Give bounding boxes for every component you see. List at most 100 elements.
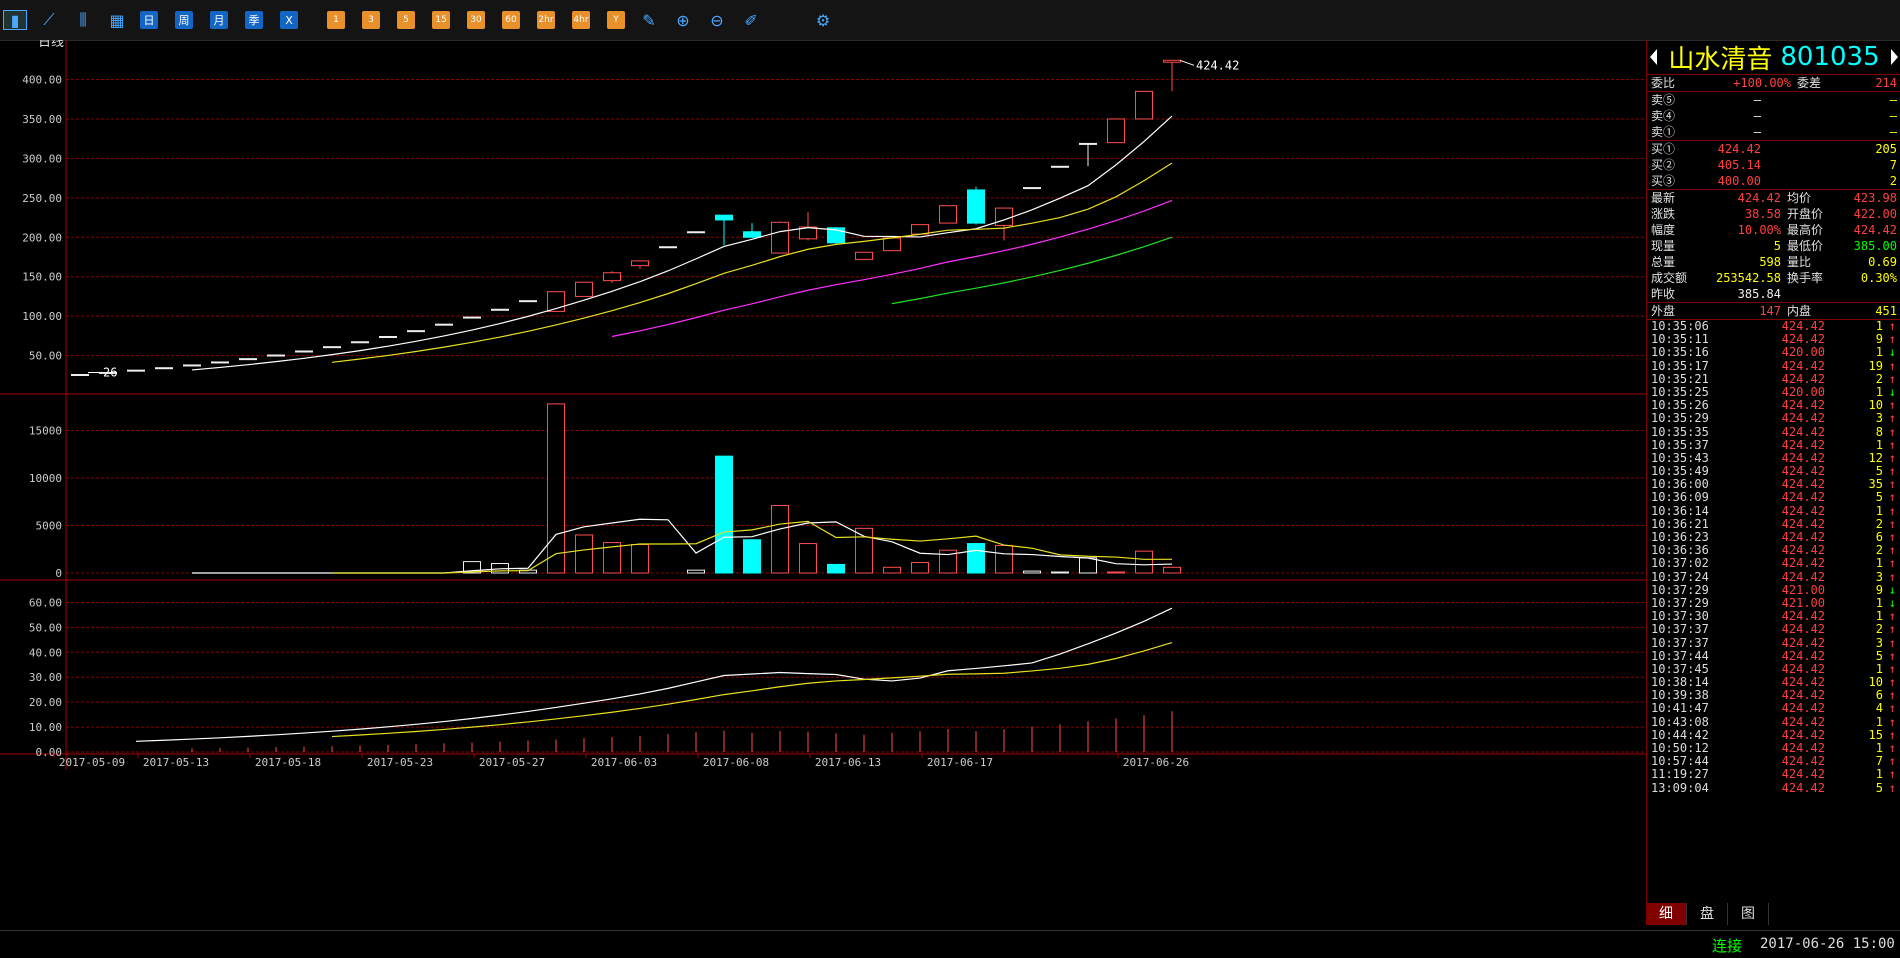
min-price-label: 26	[103, 365, 117, 379]
candle-body	[631, 260, 649, 267]
tick-row: 10:41:47 424.42 4 ↑	[1647, 702, 1900, 715]
period-year-button[interactable]: X	[280, 11, 298, 29]
volume-bar	[1163, 566, 1181, 574]
tick-price: 424.42	[1781, 622, 1825, 637]
date-tick-label: 2017-06-13	[815, 756, 881, 769]
candle	[1079, 142, 1097, 167]
tab-chart[interactable]: 图	[1728, 903, 1769, 925]
period-1m-button[interactable]: 1	[327, 11, 345, 29]
gear-icon[interactable]: ⚙	[812, 11, 834, 30]
draw-icon[interactable]: ✎	[638, 11, 660, 30]
next-stock-icon[interactable]	[1891, 49, 1898, 65]
period-4h-button[interactable]: 4hr	[572, 11, 590, 29]
candle	[771, 221, 789, 254]
tab-detail[interactable]: 细	[1646, 903, 1687, 925]
tick-row: 10:36:14 424.42 1 ↑	[1647, 503, 1900, 518]
candle-body	[1051, 165, 1069, 168]
arrow-up-icon: ↑	[1888, 437, 1896, 452]
candle-icon[interactable]: ⫼	[72, 10, 94, 29]
period-2h-button[interactable]: 2hr	[537, 11, 555, 29]
calendar-icon[interactable]: ▦	[106, 11, 128, 30]
candle	[463, 316, 481, 319]
tick-volume: 1	[1875, 503, 1883, 518]
tick-row: 10:36:09 424.42 5 ↑	[1647, 491, 1900, 504]
tick-time: 10:37:02	[1651, 556, 1709, 571]
stock-code: 801035	[1780, 42, 1880, 72]
tick-row: 10:37:29 421.00 9 ↓	[1647, 583, 1900, 597]
sell-label: 卖④	[1651, 109, 1676, 123]
volume-bar	[1107, 571, 1125, 574]
period-day-button[interactable]: 日	[140, 11, 158, 29]
tick-row: 10:35:16 420.00 1 ↓	[1647, 346, 1900, 359]
tick-row: 10:43:08 424.42 1 ↑	[1647, 714, 1900, 729]
sell-row: 卖① — —	[1647, 124, 1900, 140]
period-5m-button[interactable]: 5	[397, 11, 415, 29]
stat-label: 换手率	[1787, 271, 1824, 285]
line-chart-icon[interactable]: ⟋	[38, 10, 60, 29]
zoom-in-icon[interactable]: ⊕	[672, 11, 694, 30]
arrow-up-icon: ↑	[1888, 358, 1896, 373]
arrow-up-icon: ↑	[1888, 424, 1896, 439]
zoom-out-icon[interactable]: ⊖	[706, 11, 728, 30]
date-tick-label: 2017-06-03	[591, 756, 657, 769]
candle	[603, 271, 621, 284]
candle	[575, 281, 593, 297]
tick-time: 10:35:37	[1651, 437, 1709, 452]
sell-label: 卖①	[1651, 125, 1676, 139]
date-tick-label: 2017-06-08	[703, 756, 769, 769]
buy-label: 买①	[1651, 142, 1676, 156]
buy-price: 424.42	[1717, 142, 1761, 156]
arrow-up-icon: ↑	[1888, 648, 1896, 663]
period-3m-button[interactable]: 3	[362, 11, 380, 29]
indicator-tick-label: 10.00	[29, 721, 62, 734]
period-month-button[interactable]: 月	[210, 11, 228, 29]
candle-body	[911, 224, 929, 235]
tab-order-book[interactable]: 盘	[1687, 903, 1728, 925]
volume-bar	[1023, 570, 1041, 574]
stat-row: 现量 5 最低价 385.00	[1647, 238, 1900, 254]
period-y-button[interactable]: Y	[607, 11, 625, 29]
stat-value: 385.84	[1737, 287, 1781, 301]
period-quarter-button[interactable]: 季	[245, 11, 263, 29]
max-price-pointer	[1179, 59, 1195, 66]
tick-list[interactable]: 10:35:06 424.42 1 ↑ 10:35:11 424.42 9 ↑ 10:35:16…	[1647, 319, 1900, 795]
volume-bar	[743, 539, 761, 574]
tick-volume: 19	[1868, 358, 1883, 373]
arrow-up-icon: ↑	[1888, 767, 1896, 782]
tick-price: 424.42	[1781, 371, 1825, 386]
arrow-up-icon: ↑	[1888, 411, 1896, 426]
kline-chart[interactable]: 日线 400.00 350.00 300.00 250.00 200.00 150.00 10…	[0, 40, 1646, 930]
period-week-button[interactable]: 周	[175, 11, 193, 29]
tick-row: 10:37:37 424.42 2 ↑	[1647, 623, 1900, 636]
candle-body	[435, 323, 453, 326]
prev-stock-icon[interactable]	[1650, 49, 1657, 65]
volume-bar	[967, 543, 985, 574]
period-30m-button[interactable]: 30	[467, 11, 485, 29]
tick-row: 10:35:17 424.42 19 ↑	[1647, 358, 1900, 373]
stat-value: 0.69	[1868, 255, 1897, 269]
tick-volume: 5	[1875, 490, 1883, 505]
tick-time: 10:43:08	[1651, 714, 1709, 729]
tick-time: 10:35:16	[1651, 345, 1709, 360]
period-60m-button[interactable]: 60	[502, 11, 520, 29]
tick-row: 10:37:02 424.42 1 ↑	[1647, 557, 1900, 570]
sell-volume: —	[1889, 125, 1897, 139]
ma30-line	[891, 236, 1173, 305]
quote-panel: 山水清音 801035 委比 +100.00% 委差 214 卖⑤ — — 卖④ — — 卖…	[1646, 40, 1900, 912]
pen-icon[interactable]: ✐	[740, 11, 762, 30]
tick-row: 10:35:37 424.42 1 ↑	[1647, 437, 1900, 452]
tick-row: 10:37:24 424.42 3 ↑	[1647, 570, 1900, 584]
indicator-tick-label: 60.00	[29, 596, 62, 609]
volume-bar	[995, 544, 1013, 574]
period-15m-button[interactable]: 15	[432, 11, 450, 29]
tick-volume: 8	[1875, 424, 1883, 439]
tick-price: 424.42	[1781, 648, 1825, 663]
buy-volume: 2	[1889, 174, 1897, 188]
candle-body	[239, 358, 257, 361]
candle	[715, 214, 733, 246]
tick-row: 10:35:35 424.42 8 ↑	[1647, 424, 1900, 439]
tick-time: 10:37:37	[1651, 622, 1709, 637]
volume-tick-label: 5000	[36, 520, 63, 533]
period-label: 日线	[38, 40, 64, 50]
bar-chart-icon[interactable]: ▮	[3, 10, 27, 30]
